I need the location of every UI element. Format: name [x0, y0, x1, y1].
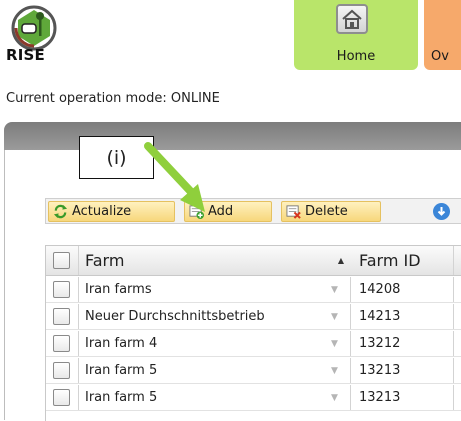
- row-dropdown-icon[interactable]: ▼: [319, 304, 351, 329]
- add-icon: [189, 205, 204, 219]
- row-checkbox-cell: [46, 331, 79, 356]
- table-row[interactable]: Iran farms ▼ 14208: [46, 277, 461, 303]
- sort-ascending-icon[interactable]: ▲: [331, 246, 351, 276]
- table-row[interactable]: Iran farm 5 ▼ 13213: [46, 358, 461, 384]
- table-row[interactable]: Iran farm 4 ▼ 13212: [46, 331, 461, 357]
- row-dropdown-icon[interactable]: ▼: [319, 331, 351, 356]
- header-checkbox-cell: [46, 246, 79, 275]
- download-icon[interactable]: [433, 203, 450, 220]
- farm-id-cell: 13212: [351, 331, 454, 356]
- nav-overview-button[interactable]: Ov: [424, 0, 461, 70]
- delete-label: Delete: [305, 204, 348, 219]
- row-checkbox[interactable]: [53, 389, 70, 406]
- table-header-row: Farm ▲ Farm ID: [46, 246, 461, 276]
- annotation-callout: (i): [79, 136, 154, 179]
- farm-id-cell: 13213: [351, 358, 454, 383]
- add-button[interactable]: Add: [184, 201, 272, 222]
- farm-id-cell: 14213: [351, 304, 454, 329]
- row-dropdown-icon[interactable]: ▼: [319, 385, 351, 410]
- row-dropdown-icon[interactable]: ▼: [319, 358, 351, 383]
- next-column-cell: [454, 304, 461, 329]
- nav-overview-label: Ov: [431, 49, 449, 64]
- row-checkbox[interactable]: [53, 308, 70, 325]
- column-header-farm[interactable]: Farm: [79, 246, 319, 275]
- row-checkbox-cell: [46, 277, 79, 302]
- farm-table: Farm ▲ Farm ID Iran farms ▼ 14208 Neuer …: [45, 245, 461, 421]
- nav-home-label: Home: [336, 49, 376, 64]
- nav-home-button[interactable]: Home: [294, 0, 418, 70]
- table-row[interactable]: Iran farm 5 ▼ 13213: [46, 385, 461, 411]
- table-row[interactable]: Neuer Durchschnittsbetrieb ▼ 14213: [46, 304, 461, 330]
- row-checkbox-cell: [46, 304, 79, 329]
- next-column-cell: [454, 385, 461, 410]
- column-header-farm-id[interactable]: Farm ID: [351, 246, 454, 275]
- next-column-cell: [454, 331, 461, 356]
- row-checkbox[interactable]: [53, 281, 70, 298]
- next-column-cell: [454, 358, 461, 383]
- farm-name-cell: Iran farm 5: [85, 390, 158, 405]
- farm-name-cell: Iran farms: [85, 282, 152, 297]
- row-checkbox[interactable]: [53, 362, 70, 379]
- row-checkbox-cell: [46, 385, 79, 410]
- select-all-checkbox[interactable]: [53, 252, 70, 269]
- panel-header-bar: [4, 122, 461, 150]
- farm-name-cell: Neuer Durchschnittsbetrieb: [85, 309, 265, 324]
- farm-id-cell: 13213: [351, 385, 454, 410]
- operation-mode-status: Current operation mode: ONLINE: [6, 91, 220, 106]
- add-label: Add: [208, 204, 234, 219]
- actualize-button[interactable]: Actualize: [48, 201, 175, 222]
- column-header-next: [454, 246, 461, 275]
- row-dropdown-icon[interactable]: ▼: [319, 277, 351, 302]
- delete-icon: [286, 205, 301, 219]
- delete-button[interactable]: Delete: [281, 201, 381, 222]
- farm-name-cell: Iran farm 5: [85, 363, 158, 378]
- farm-name-cell: Iran farm 4: [85, 336, 158, 351]
- farm-id-cell: 14208: [351, 277, 454, 302]
- row-checkbox[interactable]: [53, 335, 70, 352]
- next-column-cell: [454, 277, 461, 302]
- logo-text: RISE: [6, 46, 45, 64]
- row-checkbox-cell: [46, 358, 79, 383]
- farm-toolbar: Actualize Add Delete: [45, 198, 461, 224]
- actualize-label: Actualize: [72, 204, 132, 219]
- home-icon: [336, 4, 368, 34]
- refresh-icon: [53, 204, 68, 219]
